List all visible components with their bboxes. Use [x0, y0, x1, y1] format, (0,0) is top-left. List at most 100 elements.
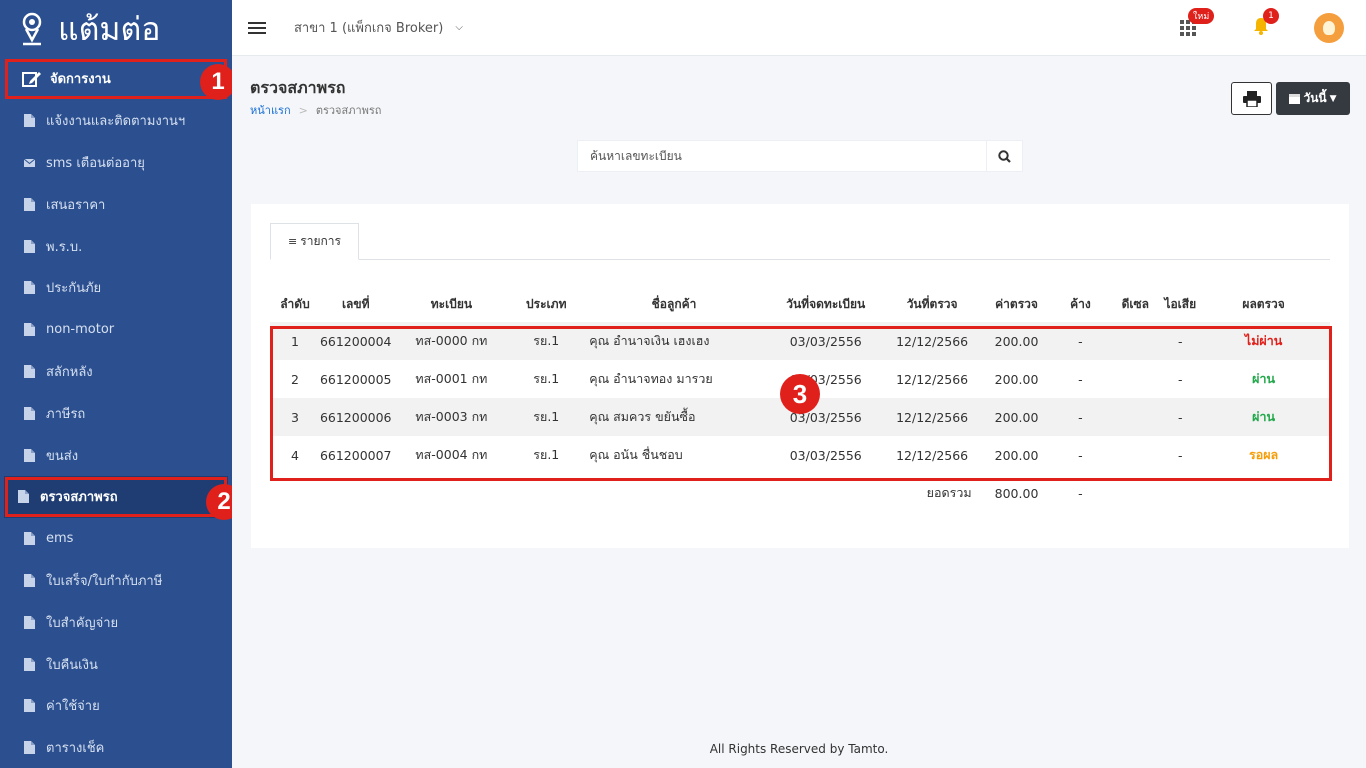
- table-cell: ทส-0000 กท: [391, 322, 512, 360]
- table-row[interactable]: 4 661200007 ทส-0004 กท รย.1 คุณ อนัน ชื่นชอบ…: [270, 436, 1330, 474]
- column-header[interactable]: วันที่จดทะเบียน: [767, 274, 885, 322]
- hamburger-menu-icon[interactable]: [248, 19, 266, 37]
- table-cell: [1107, 322, 1164, 360]
- date-filter-button[interactable]: วันนี้ ▼: [1276, 82, 1350, 115]
- column-header[interactable]: ไอเสีย: [1163, 274, 1197, 322]
- sidebar-item-16[interactable]: ตารางเช็ค: [0, 727, 232, 768]
- map-pin-icon: [22, 12, 42, 46]
- column-header[interactable]: ค้าง: [1053, 274, 1107, 322]
- breadcrumb-current: ตรวจสภาพรถ: [315, 104, 382, 117]
- plate-search-input[interactable]: [578, 141, 986, 171]
- sidebar-item-label: ตรวจสภาพรถ: [40, 490, 118, 506]
- sidebar-item-13[interactable]: ใบสำคัญจ่าย: [0, 601, 232, 643]
- table-cell: รย.1: [533, 371, 560, 386]
- table-cell: [1107, 398, 1164, 436]
- table-total-row: ยอดรวม 800.00 -: [270, 474, 1330, 512]
- sidebar-item-14[interactable]: ใบคืนเงิน: [0, 643, 232, 685]
- sidebar-item-label: พ.ร.บ.: [46, 239, 83, 255]
- file-icon: [24, 323, 35, 337]
- table-cell: คุณ สมควร ขยันซื้อ: [581, 398, 767, 436]
- table-cell: 3: [270, 398, 320, 436]
- tab-list[interactable]: ≡ รายการ: [270, 223, 359, 260]
- column-header[interactable]: ค่าตรวจ: [980, 274, 1054, 322]
- table-cell: -: [1078, 447, 1083, 463]
- table-cell: 03/03/2556: [766, 322, 885, 360]
- notification-bell-icon[interactable]: 1: [1252, 7, 1279, 41]
- column-header[interactable]: ลำดับ: [270, 274, 320, 322]
- print-button[interactable]: [1231, 82, 1272, 115]
- table-cell: ทส-0004 กท: [415, 447, 488, 462]
- search-icon: [998, 149, 1011, 163]
- page-title: ตรวจสภาพรถ: [250, 78, 346, 97]
- table-cell: 661200005: [319, 371, 392, 387]
- user-avatar[interactable]: [1314, 13, 1344, 43]
- table-cell: 661200006: [319, 398, 392, 436]
- result-status: ผ่าน: [1197, 398, 1330, 436]
- table-cell: -: [1163, 322, 1198, 360]
- sidebar-item-1[interactable]: แจ้งงานและติดตามงานฯ: [0, 100, 232, 142]
- table-cell: 12/12/2566: [896, 371, 969, 387]
- table-cell: 661200007: [319, 447, 392, 463]
- table-cell: [1107, 360, 1163, 398]
- column-header[interactable]: ประเภท: [511, 274, 581, 322]
- logo[interactable]: แต้มต่อ: [0, 0, 232, 58]
- sidebar: แต้มต่อ จัดการงานแจ้งงานและติดตามงานฯ sms…: [0, 0, 232, 768]
- column-header[interactable]: ชื่อลูกค้า: [581, 274, 767, 322]
- table-cell: 4: [290, 447, 299, 463]
- apps-grid-icon[interactable]: ใหม่: [1180, 8, 1215, 36]
- column-header[interactable]: เลขที่: [320, 274, 392, 322]
- file-icon: [24, 741, 35, 755]
- column-header[interactable]: ดีเซล: [1107, 274, 1163, 322]
- sidebar-item-7[interactable]: สลักหลัง: [0, 351, 232, 393]
- table-cell: รย.1: [511, 322, 582, 360]
- table-cell: ทส-0003 กท: [391, 398, 512, 436]
- table-cell: ทส-0001 กท: [415, 371, 488, 386]
- file-icon: [24, 699, 35, 713]
- table-cell: 2: [290, 371, 299, 387]
- sidebar-item-label: แจ้งงานและติดตามงานฯ: [46, 114, 186, 130]
- table-cell: 200.00: [994, 371, 1039, 387]
- table-cell: -: [1053, 322, 1108, 360]
- sidebar-item-4[interactable]: พ.ร.บ.: [0, 225, 232, 267]
- result-status: ผ่าน: [1252, 371, 1276, 386]
- table-header-row: ลำดับ เลขที่ ทะเบียน ประเภท ชื่อลูกค้า วันที่…: [270, 274, 1330, 322]
- envelope-icon: [24, 158, 35, 167]
- sidebar-item-label: ใบเสร็จ/ใบกำกับภาษี: [46, 573, 163, 589]
- sidebar-item-11[interactable]: ems: [0, 518, 232, 560]
- column-header[interactable]: วันที่ตรวจ: [885, 274, 980, 322]
- sidebar-item-2[interactable]: sms เตือนต่ออายุ: [0, 142, 232, 184]
- table-cell: คุณ อนัน ชื่นชอบ: [589, 447, 683, 462]
- column-header[interactable]: ทะเบียน: [392, 274, 512, 322]
- caret-down-icon: ▼: [1329, 93, 1337, 104]
- table-cell: [1107, 436, 1163, 474]
- sidebar-item-label: ems: [46, 531, 74, 547]
- sidebar-item-label: เสนอราคา: [46, 197, 106, 213]
- sidebar-item-3[interactable]: เสนอราคา: [0, 183, 232, 225]
- table-cell: -: [1178, 371, 1183, 387]
- file-icon: [24, 657, 35, 671]
- file-icon: [24, 448, 35, 462]
- sidebar-item-12[interactable]: ใบเสร็จ/ใบกำกับภาษี: [0, 560, 232, 602]
- breadcrumb-home-link[interactable]: หน้าแรก: [250, 104, 291, 117]
- column-header[interactable]: ผลตรวจ: [1197, 274, 1330, 322]
- sidebar-item-5[interactable]: ประกันภัย: [0, 267, 232, 309]
- file-icon: [24, 364, 35, 378]
- sidebar-item-label: ใบคืนเงิน: [46, 657, 98, 673]
- table-cell: 12/12/2566: [884, 322, 980, 360]
- sidebar-item-label: ตารางเช็ค: [46, 741, 105, 757]
- branch-selector[interactable]: สาขา 1 (แพ็กเกจ Broker) ⌵: [294, 17, 463, 38]
- sidebar-item-15[interactable]: ค่าใช้จ่าย: [0, 685, 232, 727]
- sidebar-item-8[interactable]: ภาษีรถ: [0, 392, 232, 434]
- search-button[interactable]: [986, 141, 1022, 171]
- table-row[interactable]: 1 661200004 ทส-0000 กท รย.1 คุณ อำนาจเงิน เฮ…: [270, 322, 1330, 360]
- table-cell: รย.1: [511, 398, 582, 436]
- topbar: สาขา 1 (แพ็กเกจ Broker) ⌵ ใหม่ 1: [232, 0, 1366, 56]
- sidebar-item-0[interactable]: จัดการงาน: [4, 58, 228, 100]
- table-cell: 12/12/2566: [896, 447, 969, 463]
- sidebar-item-6[interactable]: non-motor: [0, 309, 232, 351]
- date-filter-label: วันนี้: [1303, 91, 1327, 105]
- sidebar-item-9[interactable]: ขนส่ง: [0, 434, 232, 476]
- sidebar-item-10[interactable]: ตรวจสภาพรถ: [4, 475, 228, 518]
- result-status: ไม่ผ่าน: [1197, 322, 1330, 360]
- annotation-badge-1: 1: [200, 64, 232, 100]
